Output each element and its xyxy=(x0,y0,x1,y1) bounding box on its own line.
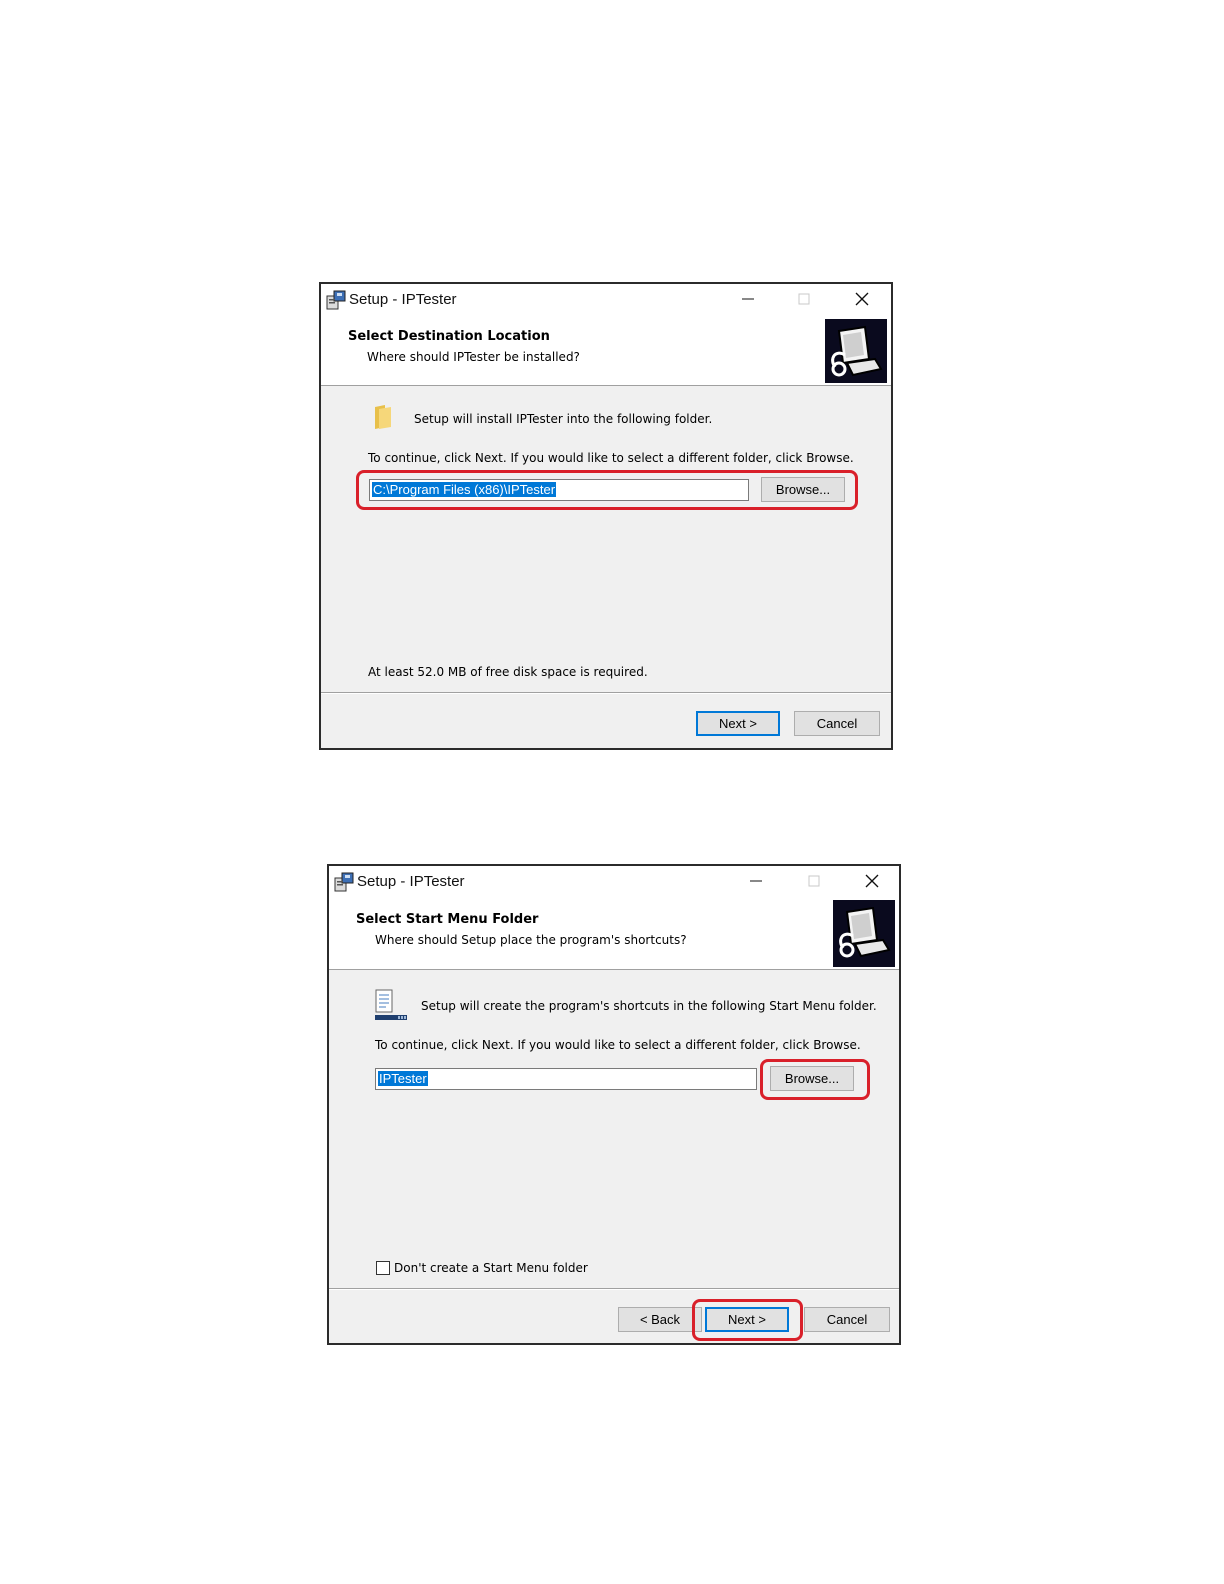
next-button[interactable]: Next > xyxy=(696,711,780,736)
start-menu-folder-input[interactable]: IPTester xyxy=(375,1068,757,1090)
setup-dialog-start-menu: Setup - IPTester Select Start Menu Folde… xyxy=(327,864,901,1345)
maximize-icon xyxy=(798,293,810,305)
setup-app-icon xyxy=(326,290,346,310)
maximize-button xyxy=(791,866,837,896)
instruction-text: To continue, click Next. If you would li… xyxy=(368,451,854,465)
intro-text: Setup will create the program's shortcut… xyxy=(421,999,877,1013)
folder-icon xyxy=(375,405,391,429)
title-bar[interactable]: Setup - IPTester xyxy=(329,866,899,898)
title-bar[interactable]: Setup - IPTester xyxy=(321,284,891,316)
highlight-browse-button xyxy=(760,1059,870,1100)
disk-space-text: At least 52.0 MB of free disk space is r… xyxy=(368,665,648,679)
close-icon xyxy=(855,292,869,306)
setup-app-icon xyxy=(334,872,354,892)
start-menu-folder-value: IPTester xyxy=(378,1071,428,1086)
minimize-icon xyxy=(750,880,762,882)
checkbox-label: Don't create a Start Menu folder xyxy=(394,1261,588,1275)
highlight-next-button xyxy=(692,1299,803,1341)
back-button[interactable]: < Back xyxy=(618,1307,702,1332)
intro-text: Setup will install IPTester into the fol… xyxy=(414,412,713,426)
maximize-icon xyxy=(808,875,820,887)
highlight-folder-row xyxy=(356,470,858,510)
start-menu-shortcut-icon xyxy=(375,989,407,1020)
setup-dialog-destination: Setup - IPTester Select Destination Loca… xyxy=(319,282,893,750)
wizard-computer-icon xyxy=(833,900,895,967)
close-button[interactable] xyxy=(849,866,895,896)
footer-divider xyxy=(321,692,891,694)
page-title: Select Destination Location xyxy=(348,329,550,344)
page-title: Select Start Menu Folder xyxy=(356,912,539,927)
cancel-button[interactable]: Cancel xyxy=(794,711,880,736)
footer-divider xyxy=(329,1288,899,1290)
maximize-button xyxy=(781,284,827,314)
close-icon xyxy=(865,874,879,888)
minimize-button[interactable] xyxy=(725,284,771,314)
wizard-header: Select Destination Location Where should… xyxy=(321,316,891,386)
instruction-text: To continue, click Next. If you would li… xyxy=(375,1038,861,1052)
wizard-header: Select Start Menu Folder Where should Se… xyxy=(329,898,899,970)
page-subtitle: Where should IPTester be installed? xyxy=(367,350,580,364)
window-title: Setup - IPTester xyxy=(357,873,465,890)
cancel-button[interactable]: Cancel xyxy=(804,1307,890,1332)
minimize-icon xyxy=(742,298,754,300)
window-title: Setup - IPTester xyxy=(349,291,457,308)
close-button[interactable] xyxy=(839,284,885,314)
minimize-button[interactable] xyxy=(733,866,779,896)
page-subtitle: Where should Setup place the program's s… xyxy=(375,933,687,947)
no-start-menu-folder-checkbox[interactable] xyxy=(376,1261,390,1275)
wizard-computer-icon xyxy=(825,319,887,383)
